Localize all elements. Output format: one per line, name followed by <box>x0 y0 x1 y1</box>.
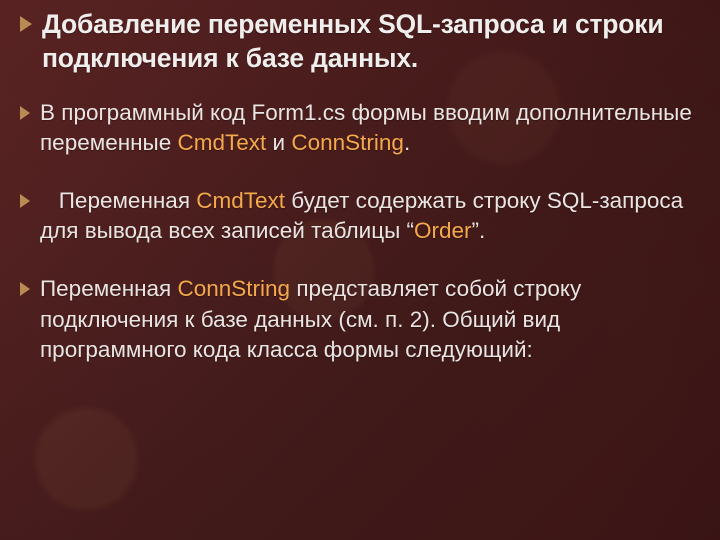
highlight-connstring: ConnString <box>178 276 291 301</box>
triangle-bullet-icon <box>18 280 32 298</box>
text: . <box>404 130 410 155</box>
paragraph-3: Переменная ConnString представляет собой… <box>40 274 692 364</box>
highlight-order: Order <box>414 218 472 243</box>
slide-content: Добавление переменных SQL-запроса и стро… <box>0 0 720 365</box>
text: ”. <box>472 218 486 243</box>
slide: { "colors": { "highlight": "#f4a94a", "b… <box>0 0 720 540</box>
triangle-bullet-icon <box>18 14 34 34</box>
bullet-item-title: Добавление переменных SQL-запроса и стро… <box>18 8 692 76</box>
bullet-item-1: В программный код Form1.cs формы вводим … <box>18 98 692 158</box>
highlight-cmdtext: CmdText <box>178 130 267 155</box>
bullet-item-3: Переменная ConnString представляет собой… <box>18 274 692 364</box>
text: Переменная <box>40 276 178 301</box>
triangle-bullet-icon <box>18 104 32 122</box>
text: и <box>266 130 291 155</box>
triangle-bullet-icon <box>18 192 32 210</box>
slide-title: Добавление переменных SQL-запроса и стро… <box>42 8 692 76</box>
paragraph-1: В программный код Form1.cs формы вводим … <box>40 98 692 158</box>
bullet-item-2: Переменная CmdText будет содержать строк… <box>18 186 692 246</box>
text: Переменная <box>40 188 196 213</box>
highlight-cmdtext: CmdText <box>196 188 285 213</box>
paragraph-2: Переменная CmdText будет содержать строк… <box>40 186 692 246</box>
highlight-connstring: ConnString <box>291 130 404 155</box>
